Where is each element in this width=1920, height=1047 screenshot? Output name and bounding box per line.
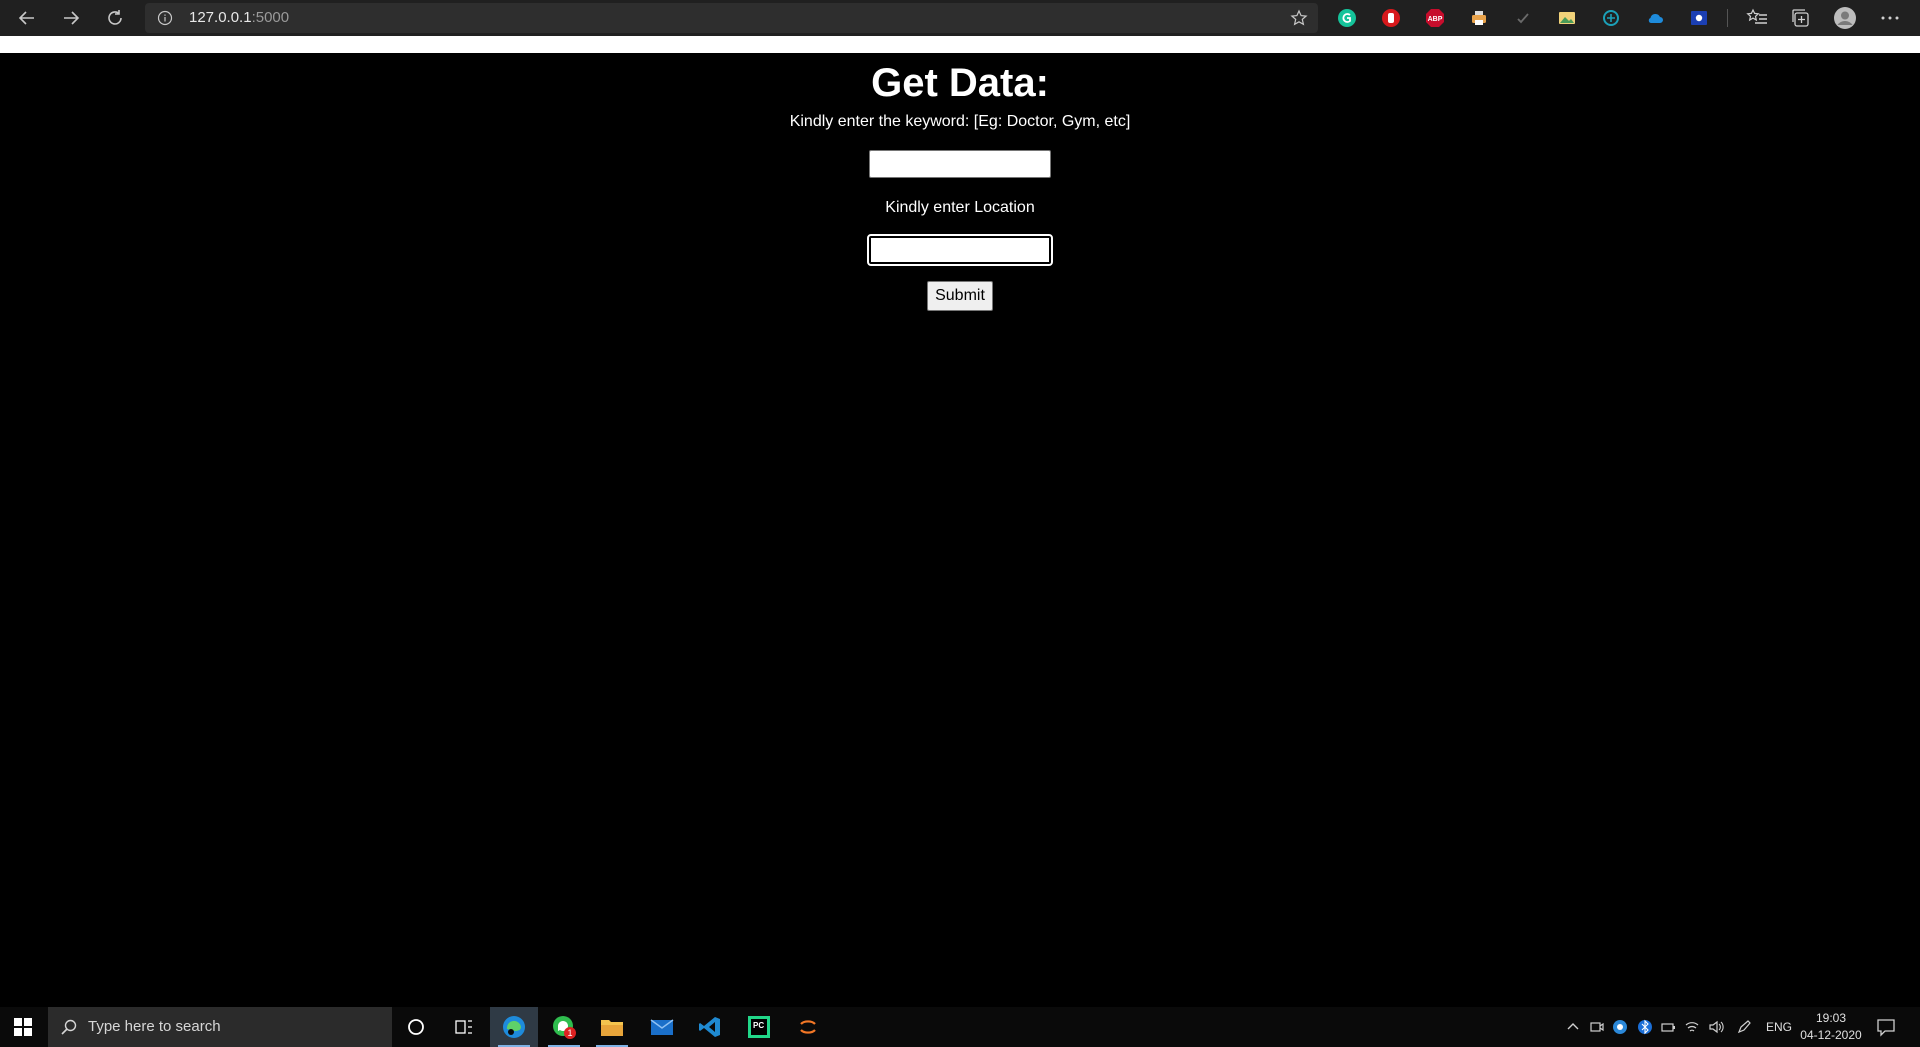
cortana-icon	[408, 1019, 424, 1035]
image-icon[interactable]	[1557, 8, 1577, 28]
pycharm-label: PC	[753, 1021, 764, 1030]
taskbar-app-vscode[interactable]	[686, 1007, 734, 1047]
collections-icon[interactable]	[1789, 6, 1813, 30]
language-indicator[interactable]: ENG	[1766, 1019, 1792, 1035]
info-icon[interactable]	[157, 10, 173, 26]
search-placeholder: Type here to search	[88, 1018, 221, 1035]
location-label: Kindly enter Location	[885, 199, 1035, 216]
volume-icon[interactable]	[1708, 1019, 1724, 1035]
clock-date: 04-12-2020	[1800, 1028, 1862, 1042]
submit-button[interactable]: Submit	[927, 281, 993, 311]
keyword-input[interactable]	[869, 150, 1051, 178]
refresh-icon[interactable]	[100, 3, 130, 33]
whatsapp-icon: 1	[553, 1016, 576, 1039]
system-clock[interactable]: 19:03 04-12-2020	[1798, 1010, 1864, 1044]
forward-arrow-icon[interactable]	[56, 3, 86, 33]
more-menu-icon[interactable]	[1878, 6, 1902, 30]
bluetooth-icon[interactable]	[1637, 1019, 1653, 1035]
url-port: :5000	[251, 9, 290, 26]
puzzle-icon[interactable]	[1601, 8, 1621, 28]
adblock-label: ABP	[1428, 16, 1443, 23]
battery-icon[interactable]	[1660, 1019, 1676, 1035]
checkmark-icon[interactable]	[1513, 8, 1533, 28]
browser-toolbar: 127.0.0.1:5000 ABP	[0, 0, 1920, 36]
grammarly-icon[interactable]	[1337, 8, 1357, 28]
app-tray-icon[interactable]	[1612, 1019, 1628, 1035]
cloud-icon[interactable]	[1645, 8, 1665, 28]
url-text: 127.0.0.1:5000	[189, 10, 289, 26]
whatsapp-badge: 1	[567, 1028, 572, 1038]
location-input[interactable]	[867, 234, 1053, 266]
start-button[interactable]	[0, 1007, 46, 1047]
page-content: Get Data: Kindly enter the keyword: [Eg:…	[0, 53, 1920, 1007]
star-icon[interactable]	[1290, 9, 1308, 27]
search-icon	[61, 1019, 77, 1035]
printer-icon[interactable]	[1469, 8, 1489, 28]
meet-now-icon[interactable]	[1589, 1019, 1605, 1035]
back-arrow-icon[interactable]	[12, 3, 42, 33]
mail-icon	[650, 1019, 674, 1035]
pen-workspace-icon[interactable]	[1736, 1019, 1752, 1035]
show-hidden-icons-icon[interactable]	[1565, 1019, 1581, 1035]
taskbar-app-whatsapp[interactable]: 1	[540, 1007, 588, 1047]
keyword-label: Kindly enter the keyword: [Eg: Doctor, G…	[789, 113, 1131, 130]
vscode-icon	[699, 1017, 720, 1037]
taskbar-app-jupyter[interactable]	[784, 1007, 832, 1047]
address-bar[interactable]: 127.0.0.1:5000	[145, 3, 1318, 33]
pycharm-icon: PC	[748, 1016, 770, 1038]
favorites-icon[interactable]	[1745, 6, 1769, 30]
action-center-icon[interactable]	[1876, 1017, 1896, 1037]
edge-browser-icon	[503, 1016, 525, 1038]
wifi-icon[interactable]	[1684, 1019, 1700, 1035]
taskbar-app-mail[interactable]	[638, 1007, 686, 1047]
taskbar-app-pycharm[interactable]: PC	[735, 1007, 783, 1047]
page-title: Get Data:	[871, 61, 1049, 105]
hand-stop-icon[interactable]	[1381, 8, 1401, 28]
url-host: 127.0.0.1	[189, 9, 252, 26]
page-top-strip	[0, 36, 1920, 53]
jupyter-icon	[800, 1020, 816, 1034]
taskbar-app-explorer[interactable]	[588, 1007, 636, 1047]
cortana-button[interactable]	[392, 1007, 440, 1047]
profile-avatar-icon[interactable]	[1833, 6, 1857, 30]
file-explorer-icon	[601, 1020, 623, 1036]
toolbar-separator	[1727, 9, 1728, 27]
adblock-plus-icon[interactable]: ABP	[1425, 8, 1445, 28]
task-view-icon	[455, 1020, 472, 1034]
taskbar-search-box[interactable]: Type here to search	[48, 1007, 392, 1047]
windows-taskbar: Type here to search 1 PC ENG 19:03 04-12…	[0, 1007, 1920, 1047]
windows-logo-icon	[14, 1018, 32, 1036]
task-view-button[interactable]	[440, 1007, 488, 1047]
clock-time: 19:03	[1815, 1011, 1847, 1025]
photo-id-icon[interactable]	[1689, 8, 1709, 28]
taskbar-app-edge[interactable]	[490, 1007, 538, 1047]
